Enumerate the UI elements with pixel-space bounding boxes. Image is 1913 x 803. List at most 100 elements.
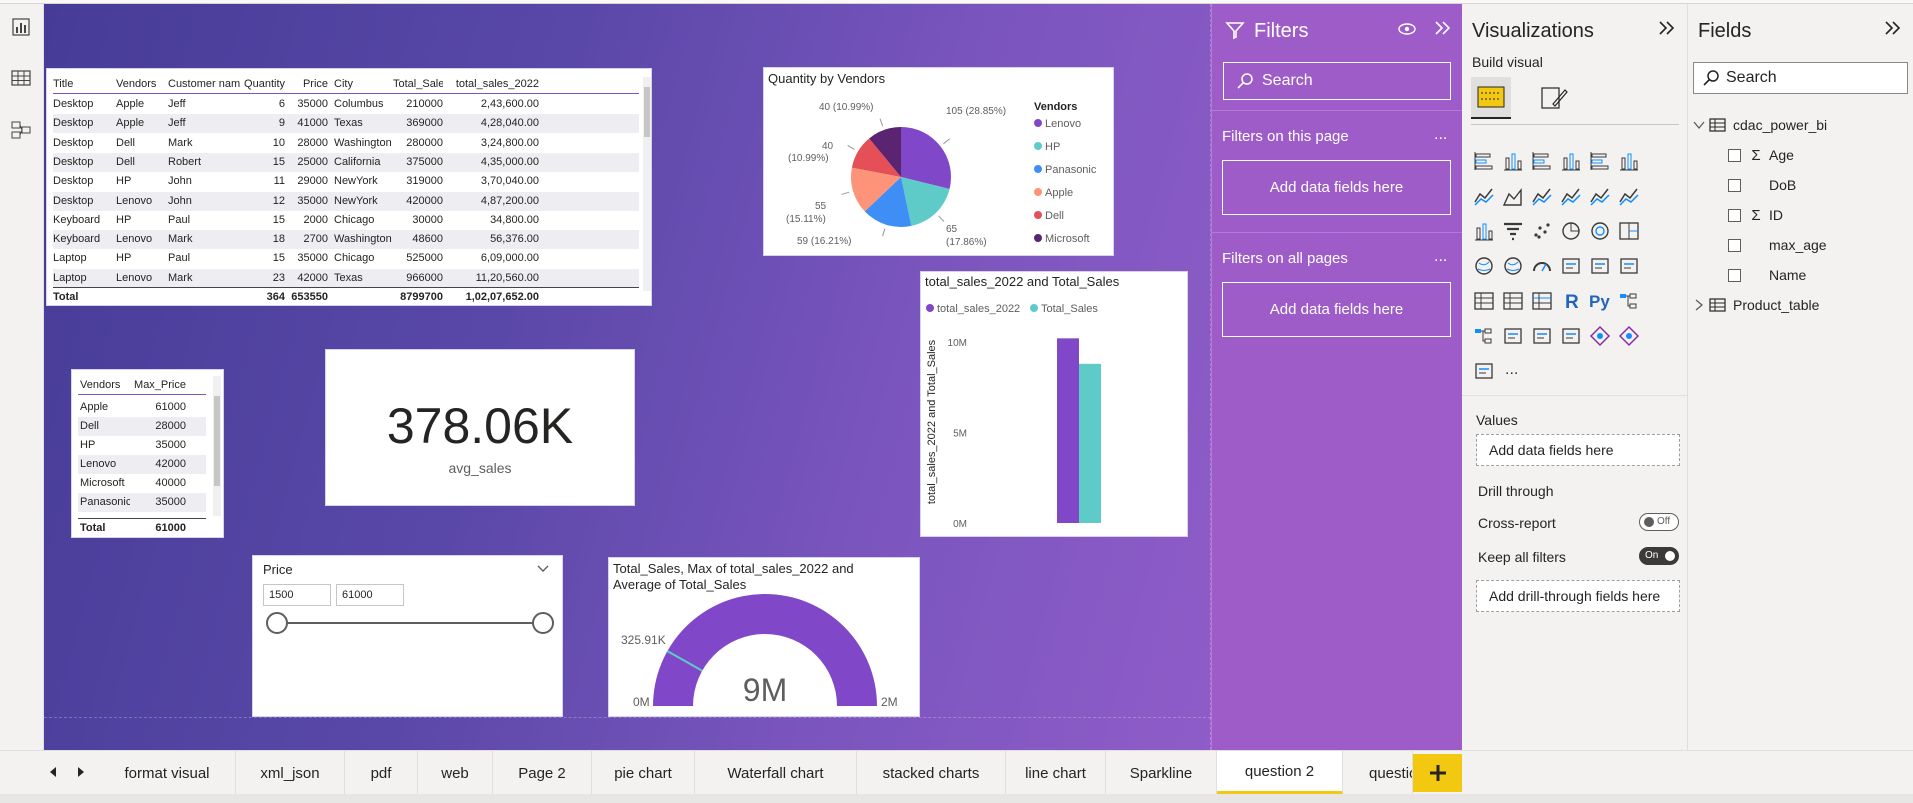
matrix-icon[interactable] [1528,287,1556,315]
area-chart-icon[interactable] [1499,182,1527,210]
build-visual-tab[interactable] [1471,77,1511,119]
scroll-thumb[interactable] [214,396,220,486]
gauge-icon[interactable] [1528,252,1556,280]
tab-web[interactable]: web [418,751,493,795]
collapse-pane-icon[interactable] [1658,20,1676,36]
tab-xml-json[interactable]: xml_json [236,751,345,795]
eye-icon[interactable] [1397,20,1417,36]
drill-through-well[interactable]: Add drill-through fields here [1476,580,1680,612]
slider-max-handle[interactable] [532,612,554,634]
waterfall-icon[interactable] [1470,217,1498,245]
100-column-icon[interactable] [1615,147,1643,175]
scatter-icon[interactable] [1528,217,1556,245]
clustered-bar-icon[interactable] [1528,147,1556,175]
pie-icon[interactable] [1557,217,1585,245]
legend-entry[interactable]: Lenovo [1045,118,1081,130]
key-influencers-icon[interactable] [1615,287,1643,315]
tab-stacked-charts[interactable]: stacked charts [857,751,1006,795]
tab-pdf[interactable]: pdf [345,751,418,795]
more-visuals-icon[interactable]: ... [1499,357,1527,385]
keep-all-filters-toggle[interactable]: On [1639,547,1679,565]
report-view-icon[interactable] [6,12,36,42]
slider-min-handle[interactable] [266,612,288,634]
treemap-icon[interactable] [1615,217,1643,245]
tab-questio[interactable]: questio [1343,751,1413,795]
stacked-column-icon[interactable] [1499,147,1527,175]
report-canvas[interactable]: Title Vendors Customer name Quantity Price Ci… [44,4,1211,750]
legend-entry[interactable]: Dell [1045,210,1064,222]
collapse-pane-icon[interactable] [1434,20,1452,36]
map-icon[interactable] [1470,252,1498,280]
legend-entry[interactable]: Total_Sales [1041,303,1098,315]
qa-icon[interactable] [1499,322,1527,350]
gauge-visual[interactable]: Total_Sales, Max of total_sales_2022 and… [608,557,920,717]
bar-chart-visual[interactable]: total_sales_2022 and Total_Sales total_sa… [920,271,1188,537]
tab-scroll-right-icon[interactable] [76,765,86,784]
field-checkbox[interactable] [1728,238,1741,252]
values-well[interactable]: Add data fields here [1476,434,1680,466]
bar-total_sales[interactable] [1079,363,1101,523]
avg-sales-card[interactable]: 378.06K avg_sales [325,349,635,506]
field-item-age[interactable]: Σ Age [1728,144,1908,166]
slider-track[interactable] [277,622,543,624]
r-visual-icon[interactable]: R [1557,287,1585,315]
sales-table-scrollbar[interactable] [643,77,651,291]
narrative-icon[interactable] [1528,322,1556,350]
more-options-icon[interactable]: ... [1434,126,1447,144]
tab-page-2[interactable]: Page 2 [493,751,592,795]
field-item-dob[interactable]: DoB [1728,174,1908,196]
filled-map-icon[interactable] [1499,252,1527,280]
chevron-down-icon[interactable] [536,564,550,574]
chevron-down-icon[interactable] [1693,119,1705,131]
tab-pie-chart[interactable]: pie chart [592,751,695,795]
field-table-product_table[interactable]: Product_table [1693,294,1908,316]
field-checkbox[interactable] [1728,268,1741,282]
ribbon-chart-icon[interactable] [1615,182,1643,210]
slicer-icon[interactable] [1470,287,1498,315]
line-chart-icon[interactable] [1470,182,1498,210]
100-bar-icon[interactable] [1586,147,1614,175]
donut-icon[interactable] [1586,217,1614,245]
field-checkbox[interactable] [1728,208,1741,222]
legend-entry[interactable]: HP [1045,141,1060,153]
slicer-max-input[interactable]: 61000 [336,584,404,606]
legend-entry[interactable]: Apple [1045,187,1073,199]
max-price-scrollbar[interactable] [213,376,221,516]
field-checkbox[interactable] [1728,148,1741,162]
format-visual-tab[interactable] [1536,82,1572,114]
metrics-icon[interactable] [1470,357,1498,385]
legend-entry[interactable]: Microsoft [1045,233,1090,245]
field-checkbox[interactable] [1728,178,1741,192]
line-column-icon[interactable] [1557,182,1585,210]
funnel-icon[interactable] [1499,217,1527,245]
stacked-area-icon[interactable] [1528,182,1556,210]
pie-chart-visual[interactable]: Quantity by Vendors 105 (28.85%) 65 (17.86%… [763,67,1114,256]
sales-table-visual[interactable]: Title Vendors Customer name Quantity Price Ci… [46,68,652,306]
tab-line-chart[interactable]: line chart [1006,751,1106,795]
cross-report-toggle[interactable]: Off [1639,513,1679,531]
more-options-icon[interactable]: ... [1434,248,1447,266]
kpi-icon[interactable] [1615,252,1643,280]
multirow-card-icon[interactable] [1586,252,1614,280]
power-apps-icon[interactable] [1586,322,1614,350]
legend-entry[interactable]: total_sales_2022 [937,303,1020,315]
field-item-name[interactable]: Name [1728,264,1908,286]
stacked-bar-icon[interactable] [1470,147,1498,175]
add-filter-page-well[interactable]: Add data fields here [1222,160,1451,215]
field-item-id[interactable]: Σ ID [1728,204,1908,226]
table-icon[interactable] [1499,287,1527,315]
legend-entry[interactable]: Panasonic [1045,164,1097,176]
add-filter-all-pages-well[interactable]: Add data fields here [1222,282,1451,337]
power-automate-icon[interactable] [1615,322,1643,350]
bar-total_sales_2022[interactable] [1057,338,1079,523]
filters-search-input[interactable]: Search [1223,62,1451,100]
add-page-button[interactable] [1413,754,1462,792]
scroll-thumb[interactable] [644,87,650,137]
clustered-column-icon[interactable] [1557,147,1585,175]
paginated-report-icon[interactable] [1557,322,1585,350]
chevron-right-icon[interactable] [1693,299,1705,311]
field-table-cdac_power_bi[interactable]: cdac_power_bi [1693,114,1908,136]
fields-search-input[interactable]: Search [1693,62,1908,94]
table-view-icon[interactable] [6,63,36,93]
tab-sparkline[interactable]: Sparkline [1106,751,1217,795]
